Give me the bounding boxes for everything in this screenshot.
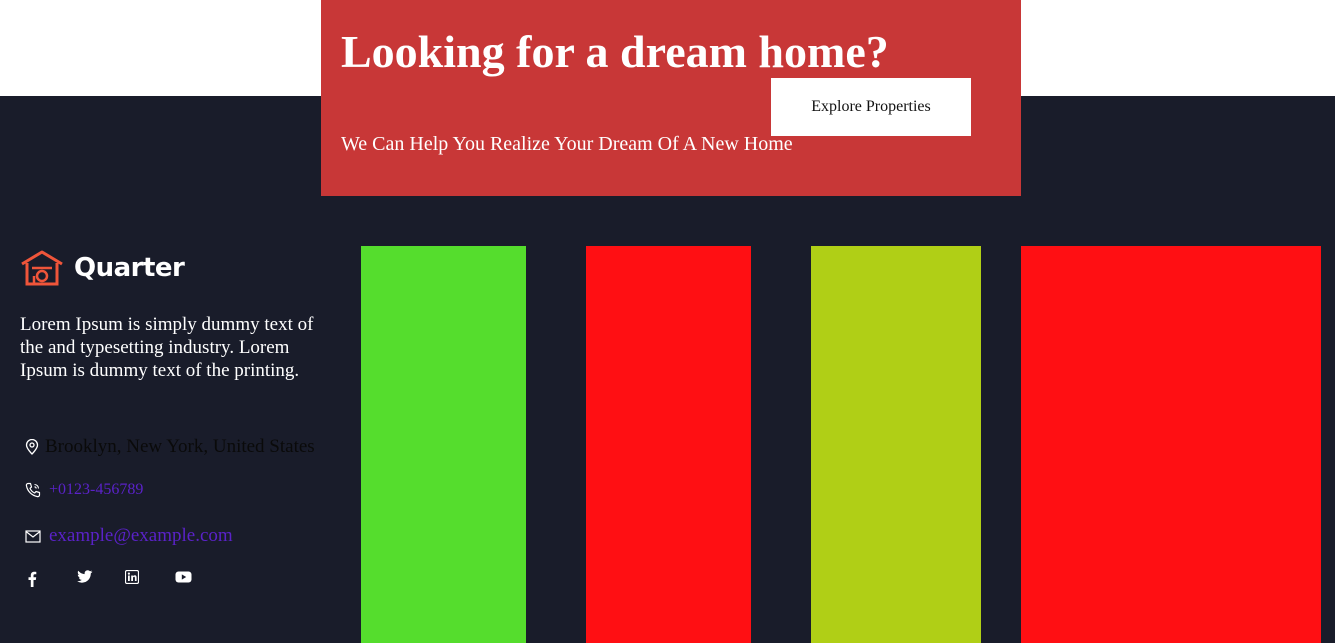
contact-phone[interactable]: +0123-456789	[25, 481, 143, 499]
footer-brand[interactable]: Quarter	[20, 248, 185, 288]
address-text: Brooklyn, New York, United States	[45, 436, 315, 457]
location-pin-icon	[25, 439, 39, 455]
color-block-4	[1021, 246, 1321, 643]
email-link[interactable]: example@example.com	[49, 525, 233, 547]
youtube-icon[interactable]	[174, 568, 192, 586]
contact-email[interactable]: example@example.com	[25, 525, 233, 547]
house-logo-icon	[20, 250, 64, 286]
phone-link[interactable]: +0123-456789	[49, 481, 143, 499]
color-block-2	[586, 246, 751, 643]
facebook-icon[interactable]	[23, 570, 41, 588]
linkedin-icon[interactable]	[123, 568, 141, 586]
page: Looking for a dream home? We Can Help Yo…	[0, 0, 1335, 643]
contact-address: Brooklyn, New York, United States	[25, 436, 315, 458]
explore-properties-button[interactable]: Explore Properties	[771, 78, 971, 136]
phone-icon	[25, 482, 41, 498]
footer-about-text: Lorem Ipsum is simply dummy text of the …	[20, 314, 314, 381]
color-block-1	[361, 246, 526, 643]
brand-name: Quarter	[74, 253, 185, 283]
cta-subtitle: We Can Help You Realize Your Dream Of A …	[341, 133, 793, 155]
cta-title: Looking for a dream home?	[341, 26, 889, 77]
cta-banner: Looking for a dream home? We Can Help Yo…	[321, 0, 1021, 196]
envelope-icon	[25, 529, 41, 543]
twitter-icon[interactable]	[76, 568, 94, 586]
color-block-3	[811, 246, 981, 643]
